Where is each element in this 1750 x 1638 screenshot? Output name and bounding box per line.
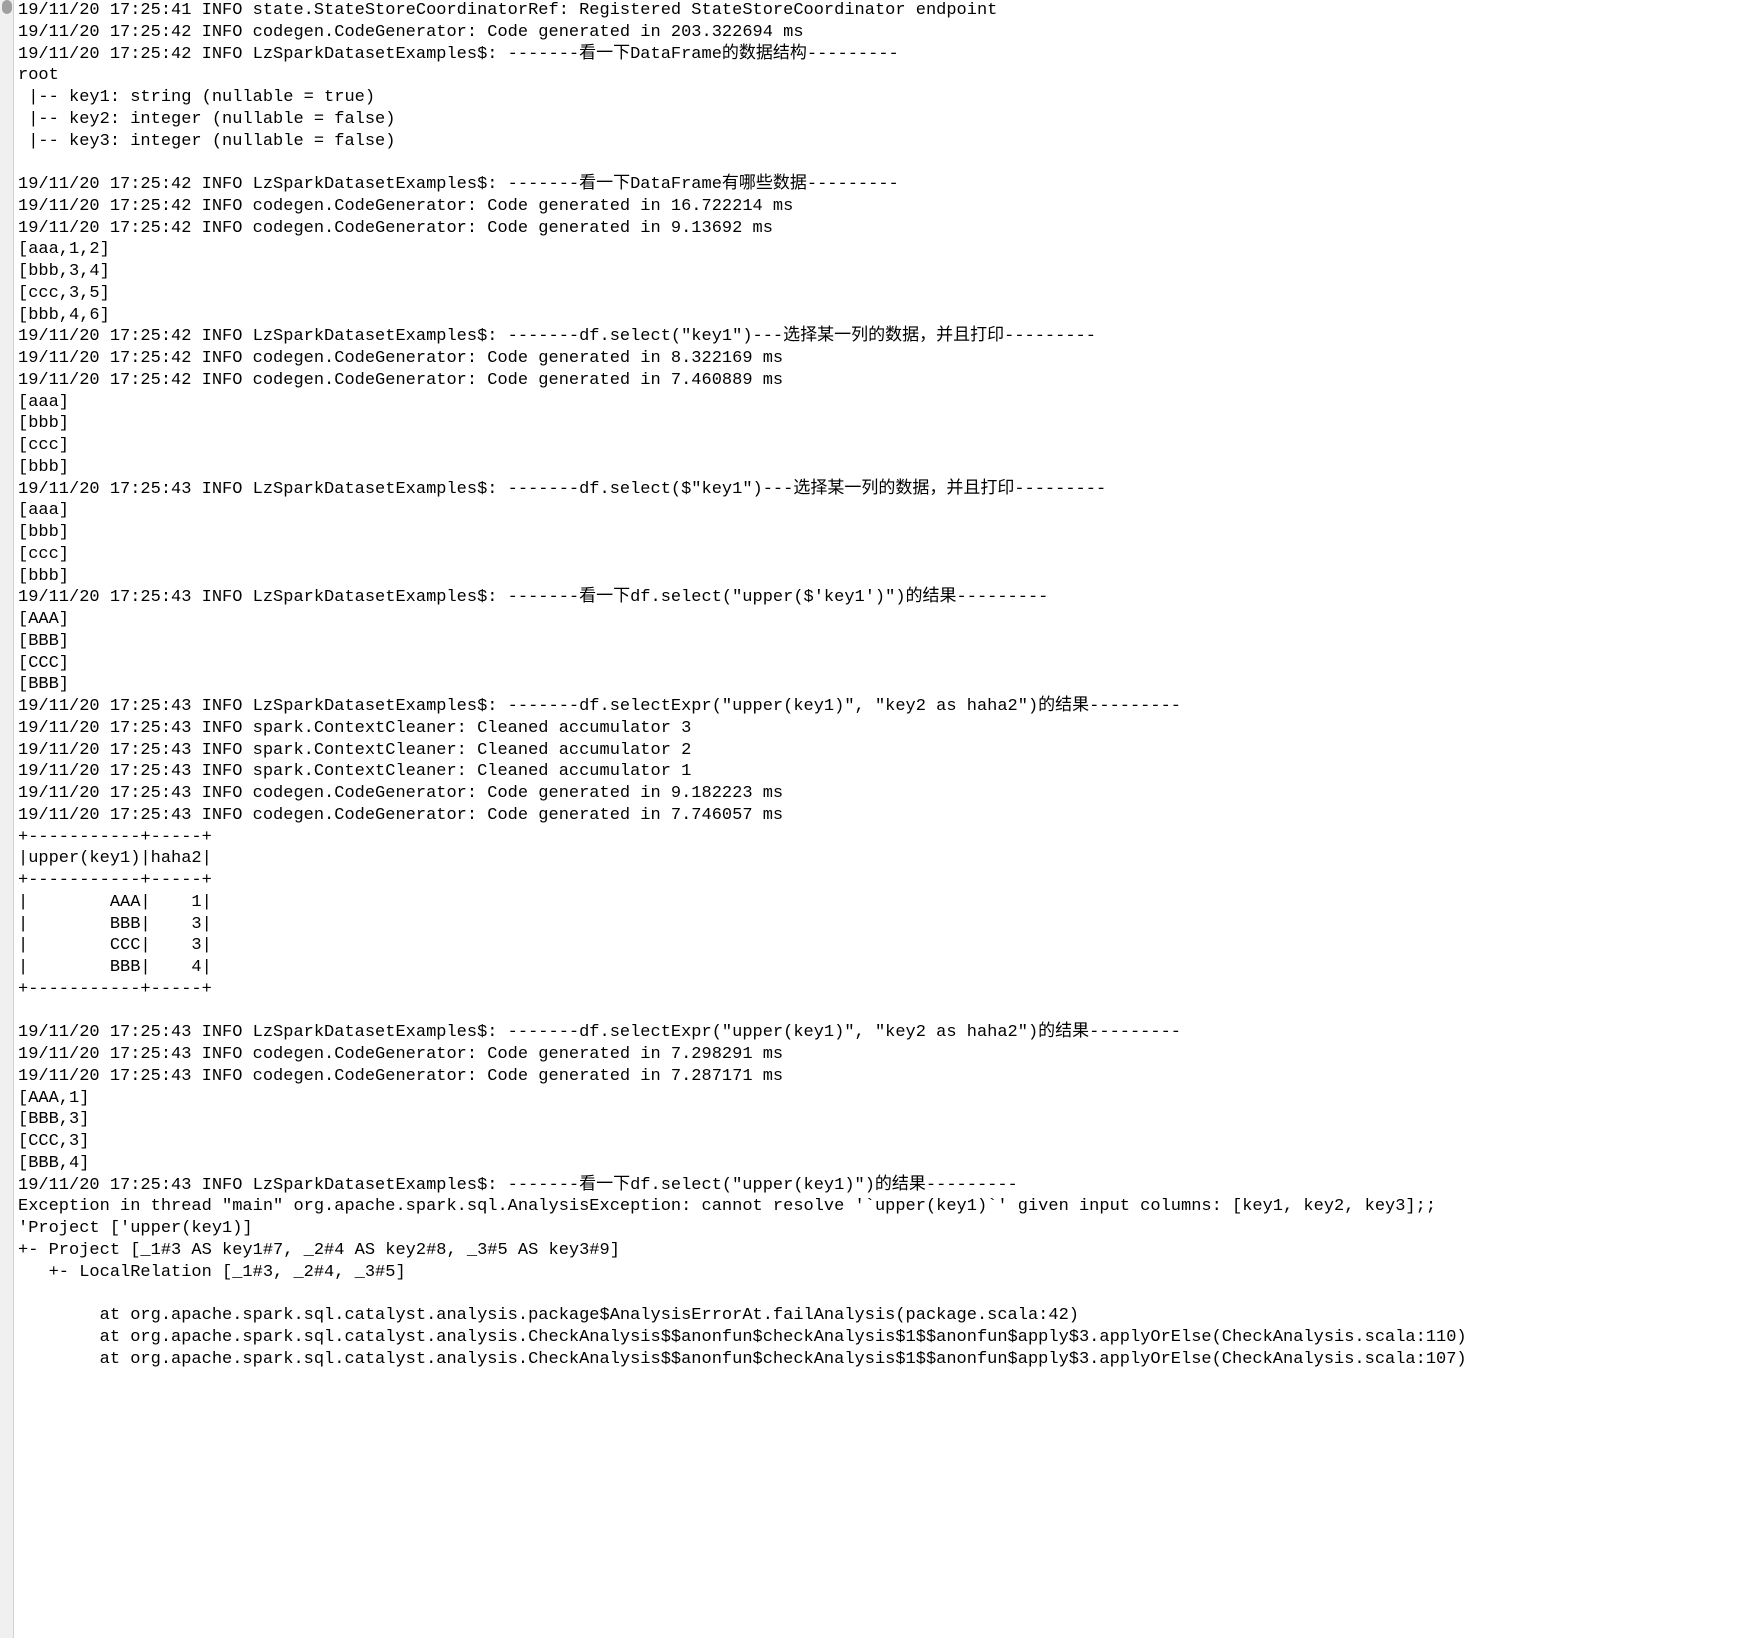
console-output: 19/11/20 17:25:41 INFO state.StateStoreC… [14, 0, 1750, 1638]
vertical-scrollbar-thumb[interactable] [2, 0, 12, 14]
vertical-scrollbar-track[interactable] [0, 0, 14, 1638]
